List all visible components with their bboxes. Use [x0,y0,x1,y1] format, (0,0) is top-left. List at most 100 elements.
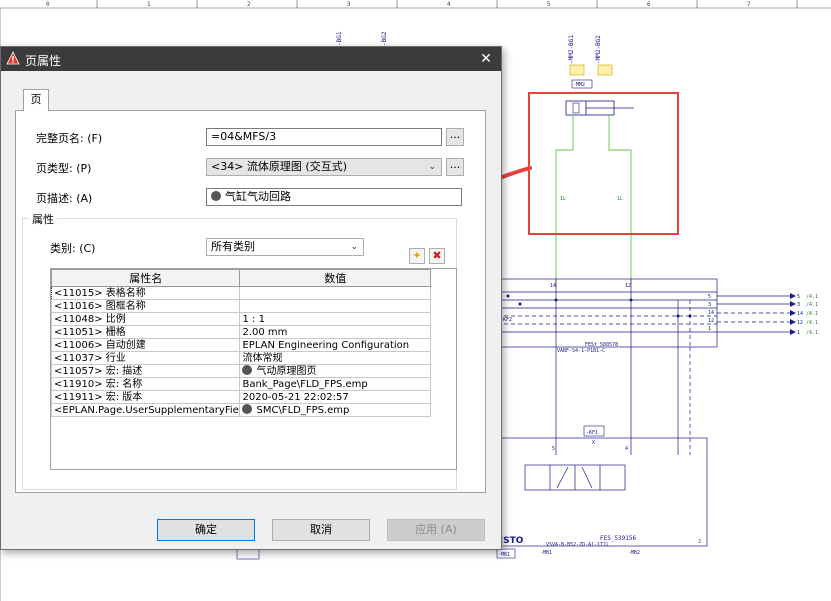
table-row[interactable]: <11016> 图框名称 [50,299,431,313]
full-name-field[interactable]: =04&MFS/3 [206,128,442,146]
output-5: 5 [797,294,800,300]
vabf-label: VABF-S4-1-P1B1-C [557,348,605,354]
properties-table: 属性名 数值 <11015> 表格名称 <11016> 图框名称 <11048>… [50,268,457,470]
mm2-tag: -MM2 [573,82,585,88]
category-label: 类别: (C) [50,242,96,255]
chevron-down-icon: ⌄ [350,242,358,252]
table-row[interactable]: <11057> 宏: 描述 气动原理图页 [50,364,431,378]
output-ref-2: /4.1 [806,311,818,317]
mb1-box-label: -MB1 [498,552,510,558]
svg-text:1L: 1L [617,196,623,202]
output-12: 12 [797,320,803,326]
ruler-col-7: 7 [747,1,751,8]
cell-value[interactable]: SMC\FLD_FPS.emp [239,403,431,417]
cell-name[interactable]: <11015> 表格名称 [50,286,241,300]
category-select[interactable]: 所有类别 ⌄ [206,238,364,256]
j-label: J [698,539,701,545]
table-row[interactable]: <11051> 栅格 2.00 mm [50,325,431,339]
table-row[interactable]: <11910> 宏: 名称 Bank_Page\FLD_FPS.emp [50,377,431,391]
output-ref-1: /4.1 [806,302,818,308]
port-12-label: 12 [625,283,631,289]
table-row[interactable]: <EPLAN.Page.UserSupplementaryField15... S… [50,403,431,417]
page-desc-field[interactable]: 气缸气动回路 [206,188,462,206]
mb1-label: -MB1 [540,550,552,556]
table-row[interactable]: <11015> 表格名称 [50,286,431,300]
port-14b-label: 14 [708,310,714,316]
full-name-browse-button[interactable]: ... [446,128,464,146]
vsva-label: VSVA-B-B52-ZD-A1-1T1L [546,542,609,548]
cell-value-text: 气动原理图页 [256,366,317,377]
page-type-browse-button[interactable]: ... [446,158,464,176]
cell-name[interactable]: <11911> 宏: 版本 [50,390,241,404]
highlight-box [528,92,679,235]
table-row[interactable]: <11006> 自动创建 EPLAN Engineering Configurat… [50,338,431,352]
output-ref-3: /4.1 [806,320,818,326]
language-globe-icon [242,404,253,414]
mb2-label: -MB2 [628,550,640,556]
cell-value[interactable]: EPLAN Engineering Configuration [239,338,431,352]
port-5-label: 5 [708,294,711,300]
dialog-titlebar[interactable]: 页属性 ✕ [1,47,501,71]
port-14-label: 14 [550,283,556,289]
sensor-bg1-label: -BG1 [336,31,343,46]
cell-name[interactable]: <11051> 栅格 [50,325,241,339]
output-ref-0: /4.1 [806,294,818,300]
page-desc-label: 页描述: (A) [36,192,93,205]
ok-button[interactable]: 确定 [157,519,255,541]
port-1-label: 1 [708,326,711,332]
cell-value[interactable]: 2.00 mm [239,325,431,339]
cell-name[interactable]: <11910> 宏: 名称 [50,377,241,391]
cell-value[interactable]: 气动原理图页 [239,364,431,378]
ruler-col-1: 1 [147,1,151,8]
output-14: 14 [797,311,803,317]
tab-panel: 完整页名: (F) =04&MFS/3 ... 页类型: (P) <34> 流体… [15,110,486,493]
new-property-button[interactable]: ✦ [409,248,425,264]
apply-button[interactable]: 应用 (A) [387,519,485,541]
ruler-col-6: 6 [647,1,651,8]
valve-terminal [496,278,790,547]
cell-value[interactable]: 1 : 1 [239,312,431,326]
cell-name[interactable]: <11037> 行业 [50,351,241,365]
table-row[interactable]: <11048> 比例 1 : 1 [50,312,431,326]
cell-name[interactable]: <11006> 自动创建 [50,338,241,352]
cell-name[interactable]: <11016> 图框名称 [50,299,241,313]
column-ruler: 0 1 2 3 4 5 6 7 [0,0,831,9]
cell-name[interactable]: <EPLAN.Page.UserSupplementaryField15... [50,403,241,417]
delete-property-button[interactable]: ✖ [429,248,445,264]
sensor-mm2-bg2-label: -MM2-BG2 [595,35,602,64]
fes-vsva-label: FES_539156 [600,535,637,542]
port-4-label: 4 [625,446,628,452]
port-12b-label: 12 [708,318,714,324]
port-3-label: 3 [708,302,711,308]
dialog-title: 页属性 [25,54,62,68]
column-header-property-name[interactable]: 属性名 [50,269,241,287]
column-header-value[interactable]: 数值 [239,269,431,287]
cell-value[interactable]: Bank_Page\FLD_FPS.emp [239,377,431,391]
cell-value[interactable]: 2020-05-21 22:02:57 [239,390,431,404]
page-properties-dialog: 页属性 ✕ 页 完整页名: (F) =04&MFS/3 ... 页类型: (P)… [0,46,502,550]
cell-value[interactable]: 流体常规 [239,351,431,365]
cell-value[interactable] [239,286,431,300]
table-row[interactable]: <11037> 行业 流体常规 [50,351,431,365]
tab-page[interactable]: 页 [23,89,49,111]
ruler-col-4: 4 [447,1,451,8]
category-value: 所有类别 [211,240,255,253]
cell-value[interactable] [239,299,431,313]
warning-icon [6,51,20,65]
output-ref-4: /4.1 [806,330,818,336]
page-type-select[interactable]: <34> 流体原理图 (交互式) ⌄ [206,158,442,176]
ruler-col-3: 3 [347,1,351,8]
cell-name[interactable]: <11057> 宏: 描述 [50,364,241,378]
properties-group-title: 属性 [29,211,57,227]
sensor-mm2-bg1-label: -MM2-BG1 [568,35,575,64]
language-globe-icon [211,191,221,201]
table-row[interactable]: <11911> 宏: 版本 2020-05-21 22:02:57 [50,390,431,404]
x-label: X [592,440,595,446]
kf1-label: -KF1 [586,430,598,436]
ruler-col-5: 5 [547,1,551,8]
cylinder-symbol [565,100,634,116]
cancel-button[interactable]: 取消 [272,519,370,541]
cell-name[interactable]: <11048> 比例 [50,312,241,326]
close-button[interactable]: ✕ [471,47,501,71]
chevron-down-icon: ⌄ [428,162,436,172]
